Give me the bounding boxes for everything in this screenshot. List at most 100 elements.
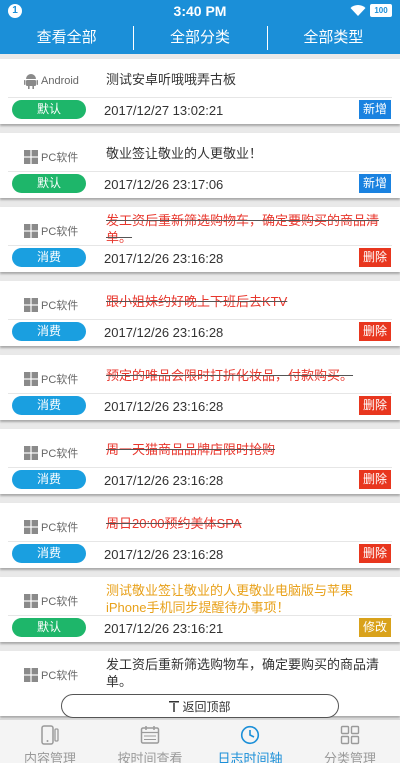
back-to-top-button[interactable]: 返回顶部 bbox=[61, 694, 339, 718]
platform-label: Android bbox=[41, 75, 79, 87]
action-add-badge: 新增 bbox=[359, 174, 391, 193]
phone-icon bbox=[41, 725, 59, 745]
windows-icon bbox=[24, 668, 38, 682]
platform-label: PC软件 bbox=[41, 670, 79, 682]
log-card[interactable]: PC软件 发工资后重新筛选购物车，确定要购买的商品清单。 消费 2017/12/… bbox=[0, 207, 400, 272]
battery-icon: 100 bbox=[370, 4, 392, 17]
log-title: 测试安卓听哦哦弄古板 bbox=[106, 72, 237, 87]
action-delete-badge: 删除 bbox=[359, 470, 391, 489]
log-card[interactable]: PC软件 周一天猫商品品牌店限时抢购 消费 2017/12/26 23:16:2… bbox=[0, 429, 400, 494]
log-card[interactable]: PC软件 预定的唯品会限时打折化妆品，付款购买。 消费 2017/12/26 2… bbox=[0, 355, 400, 420]
windows-icon bbox=[24, 150, 38, 164]
card-divider bbox=[8, 245, 392, 246]
tag-default: 默认 bbox=[12, 100, 86, 119]
action-delete-badge: 删除 bbox=[359, 322, 391, 341]
log-date: 2017/12/26 23:17:06 bbox=[104, 177, 224, 192]
log-date: 2017/12/26 23:16:28 bbox=[104, 547, 224, 562]
log-date: 2017/12/26 23:16:21 bbox=[104, 621, 224, 636]
android-icon bbox=[24, 74, 38, 89]
log-title: 预定的唯品会限时打折化妆品，付款购买。 bbox=[106, 368, 354, 383]
action-delete-badge: 删除 bbox=[359, 396, 391, 415]
log-title: 跟小姐妹约好晚上下班后去KTV bbox=[106, 294, 288, 309]
platform-pc: PC软件 bbox=[24, 297, 78, 313]
filter-bar: 查看全部 全部分类 全部类型 bbox=[0, 22, 400, 54]
log-card[interactable]: PC软件 测试敬业签让敬业的人更敬业电脑版与苹果iPhone手机同步提醒待办事项… bbox=[0, 577, 400, 642]
card-divider bbox=[8, 97, 392, 98]
log-date: 2017/12/26 23:16:28 bbox=[104, 325, 224, 340]
windows-icon bbox=[24, 224, 38, 238]
log-card[interactable]: PC软件 跟小姐妹约好晚上下班后去KTV 消费 2017/12/26 23:16… bbox=[0, 281, 400, 346]
tab-label: 内容管理 bbox=[23, 751, 76, 763]
log-card[interactable]: PC软件 敬业签让敬业的人更敬业！ 默认 2017/12/26 23:17:06… bbox=[0, 133, 400, 198]
card-divider bbox=[8, 171, 392, 172]
log-title: 敬业签让敬业的人更敬业！ bbox=[106, 146, 263, 161]
platform-label: PC软件 bbox=[41, 226, 79, 238]
log-date: 2017/12/26 23:16:28 bbox=[104, 251, 224, 266]
clock-icon bbox=[240, 725, 260, 745]
action-add-badge: 新增 bbox=[359, 100, 391, 119]
card-divider bbox=[8, 467, 392, 468]
card-divider bbox=[8, 615, 392, 616]
platform-android: Android bbox=[24, 73, 79, 89]
log-date: 2017/12/26 23:16:28 bbox=[104, 473, 224, 488]
filter-type[interactable]: 全部类型 bbox=[266, 22, 400, 54]
platform-label: PC软件 bbox=[41, 596, 79, 608]
log-list[interactable]: Android 测试安卓听哦哦弄古板 默认 2017/12/27 13:02:2… bbox=[0, 54, 400, 719]
tab-label: 按时间查看 bbox=[117, 751, 183, 763]
filter-view-all[interactable]: 查看全部 bbox=[0, 22, 133, 54]
bottom-tab-bar: 内容管理 按时间查看 日志时间轴 分类管理 bbox=[0, 719, 400, 763]
action-delete-badge: 删除 bbox=[359, 248, 391, 267]
platform-pc: PC软件 bbox=[24, 519, 78, 535]
tag-consume: 消费 bbox=[12, 470, 86, 489]
tab-label: 分类管理 bbox=[323, 751, 376, 763]
tag-default: 默认 bbox=[12, 618, 86, 637]
log-card[interactable]: PC软件 周日20:00预约美体SPA 消费 2017/12/26 23:16:… bbox=[0, 503, 400, 568]
status-time: 3:40 PM bbox=[173, 3, 227, 19]
tag-consume: 消费 bbox=[12, 544, 86, 563]
windows-icon bbox=[24, 446, 38, 460]
platform-pc: PC软件 bbox=[24, 593, 78, 609]
tab-category-management[interactable]: 分类管理 bbox=[300, 720, 400, 763]
card-divider bbox=[8, 541, 392, 542]
card-divider bbox=[8, 393, 392, 394]
tag-consume: 消费 bbox=[12, 248, 86, 267]
platform-pc: PC软件 bbox=[24, 667, 78, 683]
tag-default: 默认 bbox=[12, 174, 86, 193]
platform-pc: PC软件 bbox=[24, 149, 78, 165]
tag-consume: 消费 bbox=[12, 322, 86, 341]
tab-label: 日志时间轴 bbox=[217, 751, 283, 763]
action-delete-badge: 删除 bbox=[359, 544, 391, 563]
filter-category[interactable]: 全部分类 bbox=[133, 22, 266, 54]
grid-icon bbox=[340, 725, 360, 745]
platform-label: PC软件 bbox=[41, 522, 79, 534]
tab-log-timeline[interactable]: 日志时间轴 bbox=[200, 720, 300, 763]
log-title: 周一天猫商品品牌店限时抢购 bbox=[106, 442, 276, 457]
windows-icon bbox=[24, 594, 38, 608]
back-to-top-label: 返回顶部 bbox=[182, 699, 231, 714]
log-title: 发工资后重新筛选购物车，确定要购买的商品清单。 bbox=[106, 657, 380, 689]
platform-label: PC软件 bbox=[41, 152, 79, 164]
log-card[interactable]: Android 测试安卓听哦哦弄古板 默认 2017/12/27 13:02:2… bbox=[0, 59, 400, 124]
log-date: 2017/12/27 13:02:21 bbox=[104, 103, 224, 118]
tab-view-by-time[interactable]: 按时间查看 bbox=[100, 720, 200, 763]
log-title: 发工资后重新筛选购物车，确定要购买的商品清单。 bbox=[106, 213, 380, 245]
tag-consume: 消费 bbox=[12, 396, 86, 415]
status-bar: 1 3:40 PM 100 bbox=[0, 0, 400, 22]
platform-pc: PC软件 bbox=[24, 223, 78, 239]
wifi-icon bbox=[350, 5, 366, 17]
platform-label: PC软件 bbox=[41, 300, 79, 312]
windows-icon bbox=[24, 298, 38, 312]
windows-icon bbox=[24, 520, 38, 534]
platform-label: PC软件 bbox=[41, 448, 79, 460]
platform-pc: PC软件 bbox=[24, 445, 78, 461]
log-title: 周日20:00预约美体SPA bbox=[106, 516, 242, 531]
action-edit-badge: 修改 bbox=[359, 618, 391, 637]
log-date: 2017/12/26 23:16:28 bbox=[104, 399, 224, 414]
platform-label: PC软件 bbox=[41, 374, 79, 386]
card-divider bbox=[8, 319, 392, 320]
arrow-up-icon bbox=[169, 700, 180, 712]
tab-content-management[interactable]: 内容管理 bbox=[0, 720, 100, 763]
platform-pc: PC软件 bbox=[24, 371, 78, 387]
windows-icon bbox=[24, 372, 38, 386]
calendar-icon bbox=[140, 726, 160, 744]
